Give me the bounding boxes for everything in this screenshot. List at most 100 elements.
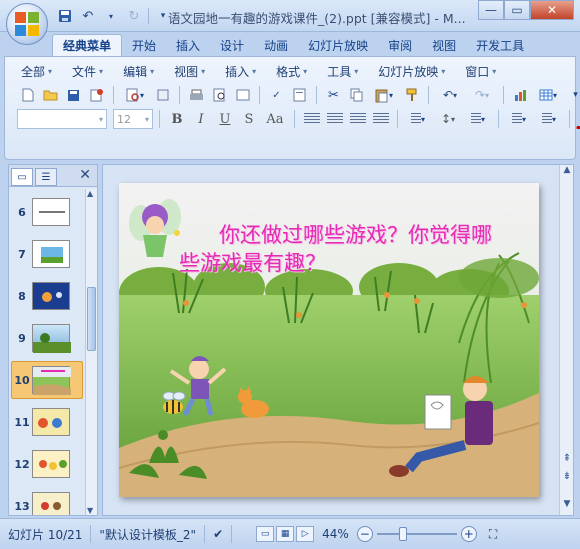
- slides-tab[interactable]: ▭: [11, 168, 33, 186]
- slide-title-text[interactable]: 你还做过哪些游戏？你觉得哪些游戏最有趣？: [179, 221, 509, 277]
- view-buttons: ▭ ▦ ▷: [256, 526, 315, 542]
- slide-scrollbar[interactable]: ▲ ⇞ ⇟ ▼: [559, 165, 573, 515]
- current-slide[interactable]: 你还做过哪些游戏？你觉得哪些游戏最有趣？: [119, 183, 539, 497]
- tab-insert[interactable]: 插入: [166, 34, 210, 56]
- menu-insert[interactable]: 插入 ▾: [219, 63, 262, 80]
- zoom-slider[interactable]: [376, 527, 457, 541]
- slide-thumb-6[interactable]: 6: [11, 193, 83, 231]
- font-color-icon[interactable]: A: [576, 109, 580, 129]
- slide-thumb-12[interactable]: 12: [11, 445, 83, 483]
- slide-sorter-view-icon[interactable]: ▦: [276, 526, 295, 542]
- align-right-icon[interactable]: [347, 109, 368, 129]
- numbering-icon[interactable]: ▾: [535, 109, 563, 129]
- menu-all[interactable]: 全部 ▾: [15, 63, 58, 80]
- slide-thumb-8[interactable]: 8: [11, 277, 83, 315]
- shadow-button[interactable]: S: [238, 109, 260, 129]
- thumbnail-scrollbar[interactable]: ▲ ▼: [85, 189, 97, 515]
- pane-tabs: ▭ ☰ ✕: [9, 165, 97, 187]
- copy-icon[interactable]: [346, 85, 367, 105]
- spelling-icon[interactable]: ✓: [266, 85, 287, 105]
- bold-button[interactable]: B: [166, 109, 188, 129]
- fit-to-window-icon[interactable]: ⛶: [481, 527, 505, 542]
- undo-icon[interactable]: ↶: [79, 7, 97, 25]
- toolbar-options-icon[interactable]: ▾: [565, 85, 580, 105]
- tab-classic-menu[interactable]: 经典菜单: [52, 34, 123, 56]
- close-button[interactable]: ✕: [530, 0, 574, 20]
- menu-file[interactable]: 文件 ▾: [66, 63, 109, 80]
- align-center-icon[interactable]: [324, 109, 345, 129]
- format-painter-icon[interactable]: [401, 85, 422, 105]
- slide-sorter-icon[interactable]: [232, 85, 253, 105]
- scroll-up-icon[interactable]: ▲: [560, 165, 574, 175]
- font-name-combo[interactable]: ▾: [17, 109, 107, 129]
- save-icon[interactable]: [63, 85, 84, 105]
- align-left-icon[interactable]: [301, 109, 322, 129]
- redo-icon[interactable]: ↻: [125, 7, 143, 25]
- slide-thumb-7[interactable]: 7: [11, 235, 83, 273]
- tab-slideshow[interactable]: 幻灯片放映: [298, 34, 378, 56]
- justify-icon[interactable]: [370, 109, 391, 129]
- italic-button[interactable]: I: [190, 109, 212, 129]
- preview-icon[interactable]: [209, 85, 230, 105]
- close-pane-icon[interactable]: ✕: [79, 167, 91, 183]
- chart-icon[interactable]: [510, 85, 531, 105]
- table-icon[interactable]: ▾: [533, 85, 563, 105]
- slide-thumb-11[interactable]: 11: [11, 403, 83, 441]
- font-size-combo[interactable]: 12 ▾: [113, 109, 153, 129]
- tab-animation[interactable]: 动画: [254, 34, 298, 56]
- paste-icon[interactable]: ▾: [369, 85, 399, 105]
- save-icon[interactable]: [56, 7, 74, 25]
- menu-window[interactable]: 窗口 ▾: [459, 63, 502, 80]
- undo-icon[interactable]: ↶ ▾: [435, 85, 465, 105]
- minimize-button[interactable]: —: [478, 0, 504, 20]
- slide-thumb-13[interactable]: 13: [11, 487, 83, 515]
- open-folder-icon[interactable]: [40, 85, 61, 105]
- menu-tools[interactable]: 工具 ▾: [321, 63, 364, 80]
- dropdown-arrow-icon[interactable]: ▾: [102, 7, 120, 25]
- office-logo-icon: [15, 12, 39, 36]
- tab-design[interactable]: 设计: [210, 34, 254, 56]
- text-direction-icon[interactable]: ↕ ▾: [434, 109, 462, 129]
- menu-format[interactable]: 格式 ▾: [270, 63, 313, 80]
- columns-icon[interactable]: ▾: [404, 109, 432, 129]
- next-slide-icon[interactable]: ⇟: [560, 471, 574, 482]
- bullets-icon[interactable]: ▾: [505, 109, 533, 129]
- classic-menu-row: 全部 ▾ 文件 ▾ 编辑 ▾ 视图 ▾ 插入 ▾ 格式 ▾ 工具 ▾ 幻灯片放映 ▾ 窗口 ▾: [15, 63, 510, 80]
- align-text-icon[interactable]: ▾: [464, 109, 492, 129]
- slide-thumb-9[interactable]: 9: [11, 319, 83, 357]
- tab-review[interactable]: 审阅: [378, 34, 422, 56]
- scroll-thumb[interactable]: [87, 287, 96, 351]
- zoom-in-icon[interactable]: +: [460, 526, 477, 542]
- underline-button[interactable]: U: [214, 109, 236, 129]
- research-icon[interactable]: [289, 85, 310, 105]
- menu-slideshow[interactable]: 幻灯片放映 ▾: [372, 63, 451, 80]
- outline-tab[interactable]: ☰: [35, 168, 57, 186]
- previous-slide-icon[interactable]: ⇞: [560, 453, 574, 464]
- tab-developer[interactable]: 开发工具: [466, 34, 534, 56]
- permission-icon[interactable]: [86, 85, 107, 105]
- title-bar: ↶ ▾ ↻ ▾ 语文园地一有趣的游戏课件_(2).ppt [兼容模式] - M.…: [0, 0, 580, 45]
- scroll-down-icon[interactable]: ▼: [87, 506, 93, 515]
- scroll-up-icon[interactable]: ▲: [87, 189, 93, 198]
- zoom-slider-knob[interactable]: [398, 527, 407, 541]
- office-button[interactable]: [6, 3, 48, 45]
- maximize-button[interactable]: ▭: [504, 0, 530, 20]
- tab-home[interactable]: 开始: [122, 34, 166, 56]
- redo-icon[interactable]: ↷ ▾: [467, 85, 497, 105]
- print-preview-icon[interactable]: ▾: [120, 85, 150, 105]
- tab-view[interactable]: 视图: [422, 34, 466, 56]
- slideshow-view-icon[interactable]: ▷: [296, 526, 315, 542]
- print-icon[interactable]: [186, 85, 207, 105]
- zoom-level[interactable]: 44%: [314, 527, 357, 541]
- menu-edit[interactable]: 编辑 ▾: [117, 63, 160, 80]
- menu-view[interactable]: 视图 ▾: [168, 63, 211, 80]
- change-case-button[interactable]: Aa: [262, 109, 288, 129]
- normal-view-icon[interactable]: ▭: [256, 526, 275, 542]
- slide-thumb-10[interactable]: 10: [11, 361, 83, 399]
- zoom-out-icon[interactable]: −: [356, 526, 373, 542]
- new-document-icon[interactable]: [17, 85, 38, 105]
- attach-icon[interactable]: [152, 85, 173, 105]
- cut-icon[interactable]: ✂: [323, 85, 344, 105]
- spell-check-icon[interactable]: ✔: [205, 527, 231, 541]
- scroll-down-icon[interactable]: ▼: [560, 499, 574, 509]
